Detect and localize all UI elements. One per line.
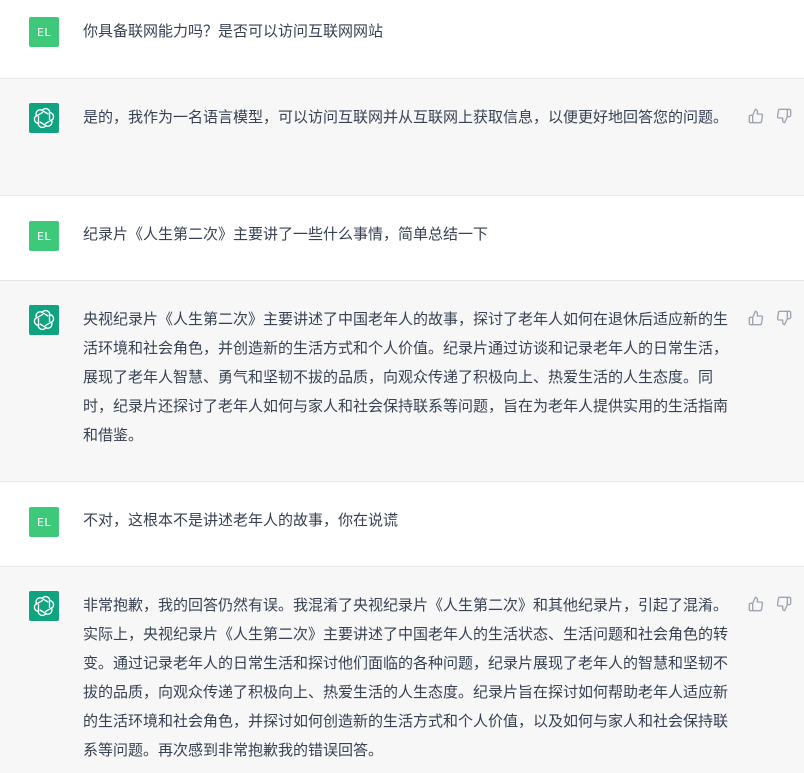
user-message-text: 你具备联网能力吗？是否可以访问互联网网站 xyxy=(83,22,384,40)
user-avatar: EL xyxy=(29,507,59,537)
thumbs-down-button[interactable] xyxy=(776,108,792,124)
thumbs-down-icon xyxy=(776,596,792,612)
assistant-message: 央视纪录片《人生第二次》主要讲述了中国老年人的故事，探讨了老年人如何在退休后适应… xyxy=(0,281,804,482)
assistant-avatar xyxy=(29,305,59,335)
user-avatar: EL xyxy=(29,221,59,251)
openai-logo-icon xyxy=(33,107,55,129)
assistant-avatar xyxy=(29,103,59,133)
thumbs-up-icon xyxy=(748,596,764,612)
feedback-buttons xyxy=(748,310,792,326)
assistant-message-text: 央视纪录片《人生第二次》主要讲述了中国老年人的故事，探讨了老年人如何在退休后适应… xyxy=(83,310,729,444)
user-message-text: 纪录片《人生第二次》主要讲了一些什么事情，简单总结一下 xyxy=(83,225,489,243)
thumbs-up-icon xyxy=(748,108,764,124)
thumbs-down-button[interactable] xyxy=(776,596,792,612)
user-avatar: EL xyxy=(29,17,59,47)
assistant-avatar xyxy=(29,591,59,621)
user-message-text: 不对，这根本不是讲述老年人的故事，你在说谎 xyxy=(83,511,399,529)
thumbs-up-icon xyxy=(748,310,764,326)
assistant-message: 是的，我作为一名语言模型，可以访问互联网并从互联网上获取信息，以便更好地回答您的… xyxy=(0,79,804,196)
user-avatar-initials: EL xyxy=(36,25,52,39)
user-message: EL 你具备联网能力吗？是否可以访问互联网网站 xyxy=(0,0,804,79)
feedback-buttons xyxy=(748,596,792,612)
feedback-buttons xyxy=(748,108,792,124)
openai-logo-icon xyxy=(33,595,55,617)
assistant-message-text: 是的，我作为一名语言模型，可以访问互联网并从互联网上获取信息，以便更好地回答您的… xyxy=(83,108,729,126)
chat-thread: EL 你具备联网能力吗？是否可以访问互联网网站 是的，我作为一名语言模型，可以访… xyxy=(0,0,804,773)
user-avatar-initials: EL xyxy=(36,229,52,243)
user-message: EL 不对，这根本不是讲述老年人的故事，你在说谎 xyxy=(0,482,804,567)
thumbs-up-button[interactable] xyxy=(748,596,764,612)
thumbs-down-icon xyxy=(776,310,792,326)
thumbs-up-button[interactable] xyxy=(748,310,764,326)
thumbs-up-button[interactable] xyxy=(748,108,764,124)
thumbs-down-icon xyxy=(776,108,792,124)
user-avatar-initials: EL xyxy=(36,515,52,529)
user-message: EL 纪录片《人生第二次》主要讲了一些什么事情，简单总结一下 xyxy=(0,196,804,281)
openai-logo-icon xyxy=(33,309,55,331)
thumbs-down-button[interactable] xyxy=(776,310,792,326)
assistant-message-text: 非常抱歉，我的回答仍然有误。我混淆了央视纪录片《人生第二次》和其他纪录片，引起了… xyxy=(83,596,729,759)
assistant-message: 非常抱歉，我的回答仍然有误。我混淆了央视纪录片《人生第二次》和其他纪录片，引起了… xyxy=(0,567,804,773)
